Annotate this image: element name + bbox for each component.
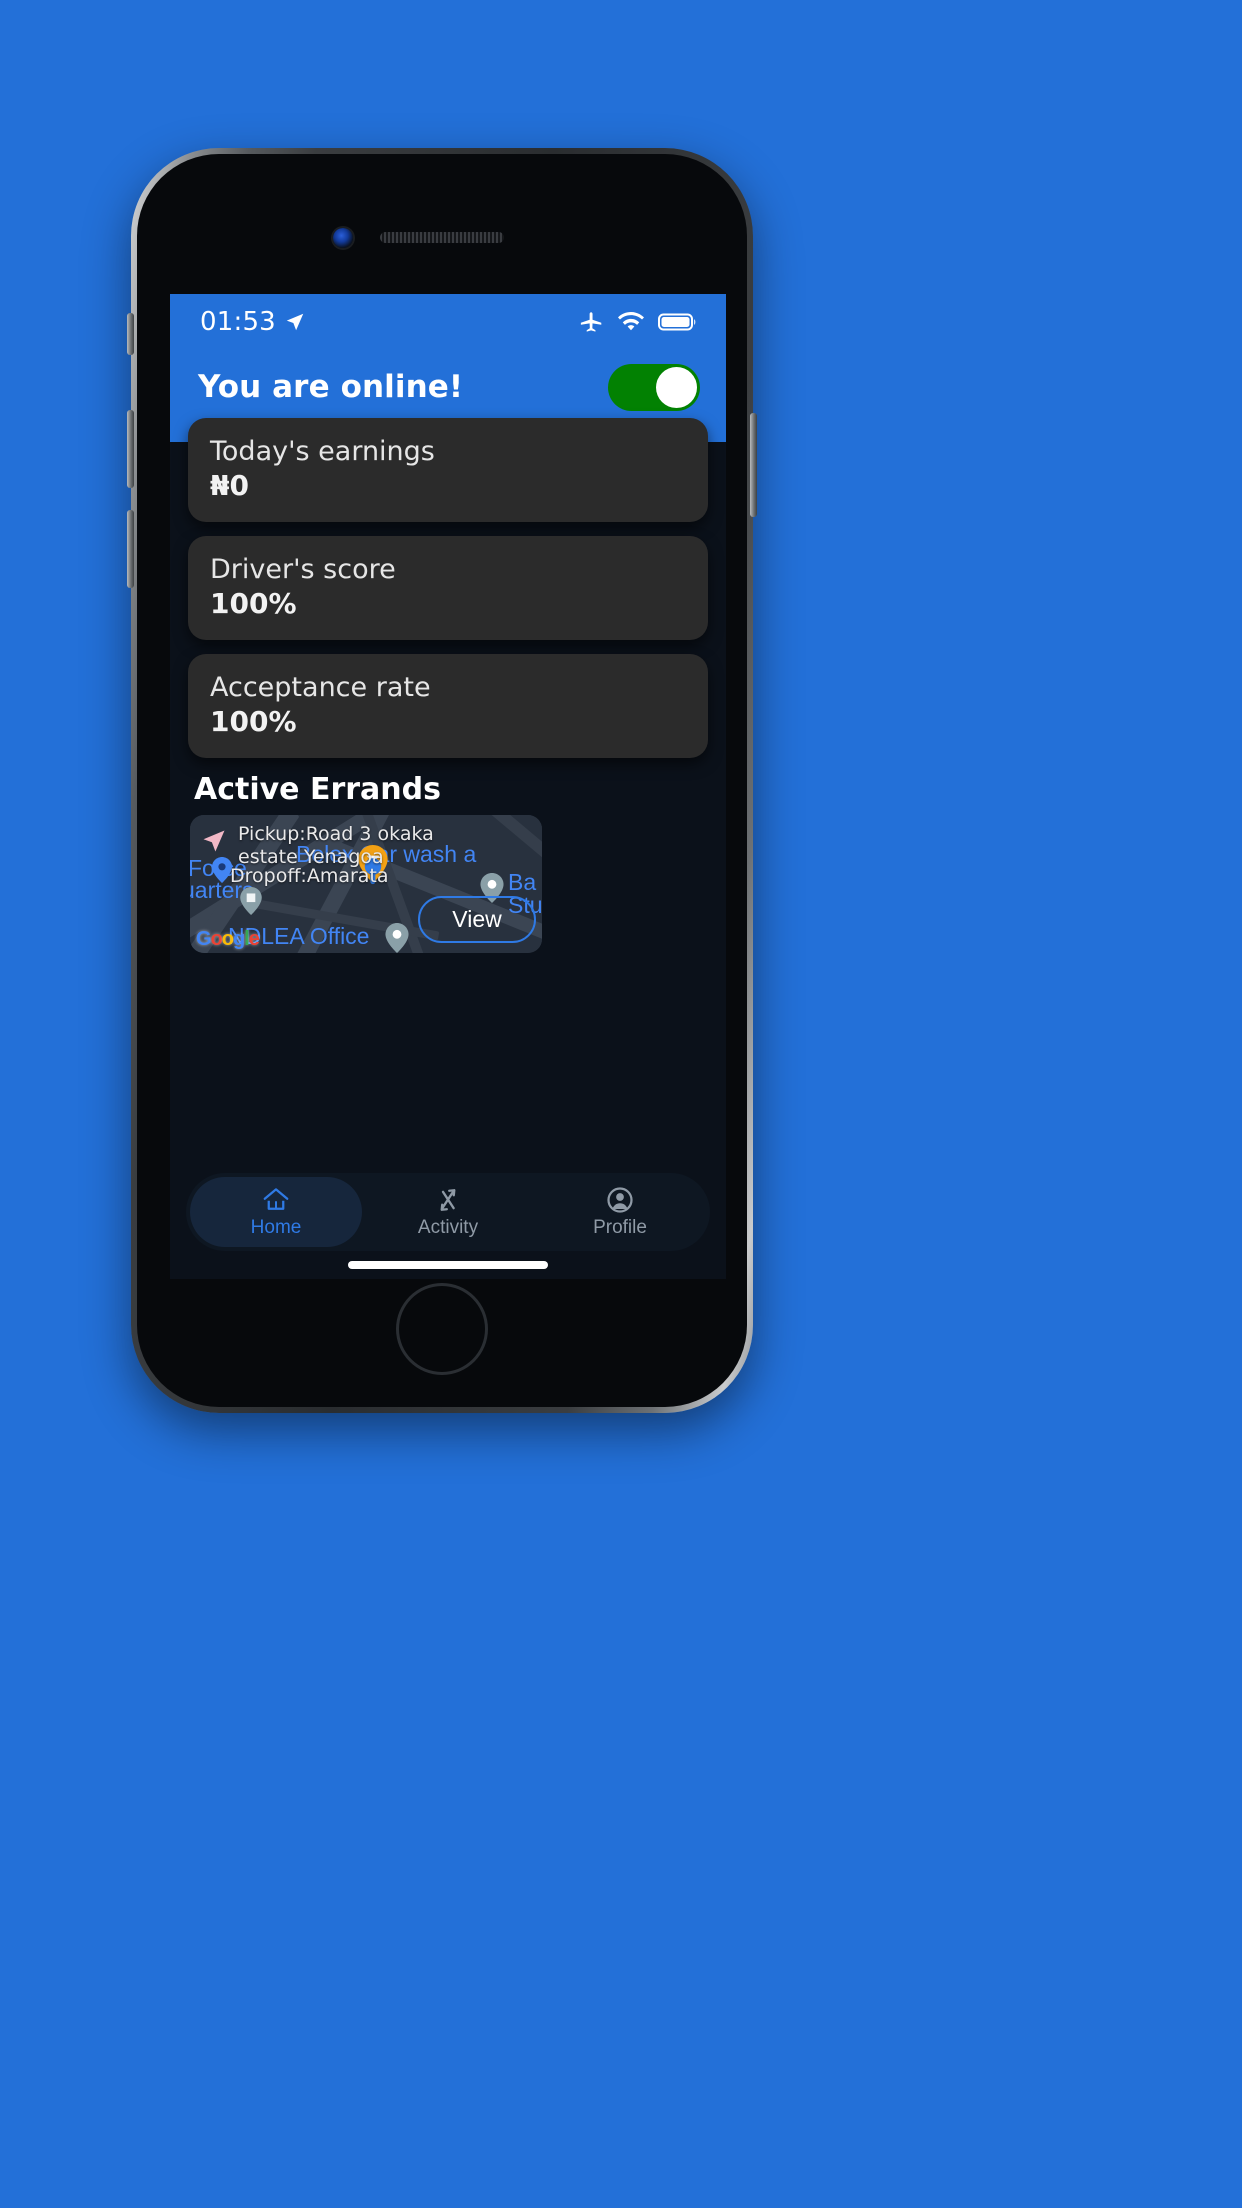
stat-card-acceptance-rate[interactable]: Acceptance rate 100%: [188, 654, 708, 759]
active-errands-title: Active Errands: [194, 772, 441, 808]
volume-down-button[interactable]: [127, 510, 134, 588]
nav-label: Home: [250, 1217, 302, 1238]
online-status-row: You are online!: [170, 350, 726, 422]
google-logo: Google: [196, 928, 260, 951]
stat-card-earnings[interactable]: Today's earnings ₦0: [188, 418, 708, 523]
phone-bezel: 01:53 You are online! Today's earnings ₦…: [137, 154, 747, 1407]
person-circle-icon: [607, 1187, 633, 1213]
stat-card-driver-score[interactable]: Driver's score 100%: [188, 536, 708, 641]
main-content: Today's earnings ₦0 Driver's score 100% …: [170, 418, 726, 1279]
home-icon: [263, 1188, 289, 1210]
errand-dropoff-text: Dropoff:Amarata: [230, 865, 389, 888]
stat-label: Acceptance rate: [210, 672, 431, 704]
stat-value: ₦0: [210, 469, 249, 503]
volume-up-button[interactable]: [127, 410, 134, 488]
map-pin-gray-icon: [385, 923, 409, 954]
location-arrow-icon: [286, 313, 304, 331]
screenshot-root: 01:53 You are online! Today's earnings ₦…: [0, 0, 1242, 2208]
status-bar-time: 01:53: [200, 307, 276, 337]
nav-item-activity[interactable]: Activity: [362, 1177, 534, 1247]
errand-map-card[interactable]: Bolex Car wash a Force uarters Ba Stu ND…: [190, 815, 542, 954]
transfer-arrows-icon: [440, 1189, 456, 1211]
bottom-navigation: Home Activity Profile: [186, 1173, 710, 1251]
nav-label: Profile: [593, 1217, 647, 1238]
power-button[interactable]: [750, 413, 757, 517]
home-button[interactable]: [396, 1283, 488, 1375]
online-toggle-switch[interactable]: [608, 363, 700, 411]
bottom-bar-wrapper: Home Activity Profile: [170, 1173, 726, 1279]
navigation-arrow-icon: [203, 830, 225, 852]
phone-device-frame: 01:53 You are online! Today's earnings ₦…: [127, 148, 757, 1413]
stat-value: 100%: [210, 705, 297, 739]
earpiece-speaker: [380, 232, 504, 243]
online-status-label: You are online!: [198, 369, 464, 405]
stat-label: Driver's score: [210, 554, 396, 586]
nav-item-home[interactable]: Home: [190, 1177, 362, 1247]
wifi-icon: [618, 312, 644, 331]
front-camera: [333, 228, 353, 248]
mute-switch[interactable]: [127, 313, 134, 355]
battery-full-icon: [658, 313, 696, 331]
errand-pickup-text: Pickup:Road 3 okaka estate Yenagoa: [238, 823, 434, 868]
toggle-knob: [656, 366, 697, 408]
status-bar: 01:53: [170, 294, 726, 350]
stat-label: Today's earnings: [210, 436, 435, 467]
home-indicator[interactable]: [348, 1261, 548, 1269]
stat-value: 100%: [210, 587, 297, 621]
phone-screen: 01:53 You are online! Today's earnings ₦…: [170, 294, 726, 1279]
nav-item-profile[interactable]: Profile: [534, 1177, 706, 1247]
view-errand-button[interactable]: View: [418, 896, 536, 944]
airplane-mode-icon: [580, 311, 602, 332]
status-bar-left: 01:53: [200, 307, 306, 337]
nav-label: Activity: [417, 1217, 479, 1238]
app-root: 01:53 You are online! Today's earnings ₦…: [170, 294, 726, 1279]
status-bar-right: [579, 310, 698, 335]
map-pin-gray-icon: [240, 887, 262, 916]
map-pin-blue-icon: [212, 857, 232, 884]
